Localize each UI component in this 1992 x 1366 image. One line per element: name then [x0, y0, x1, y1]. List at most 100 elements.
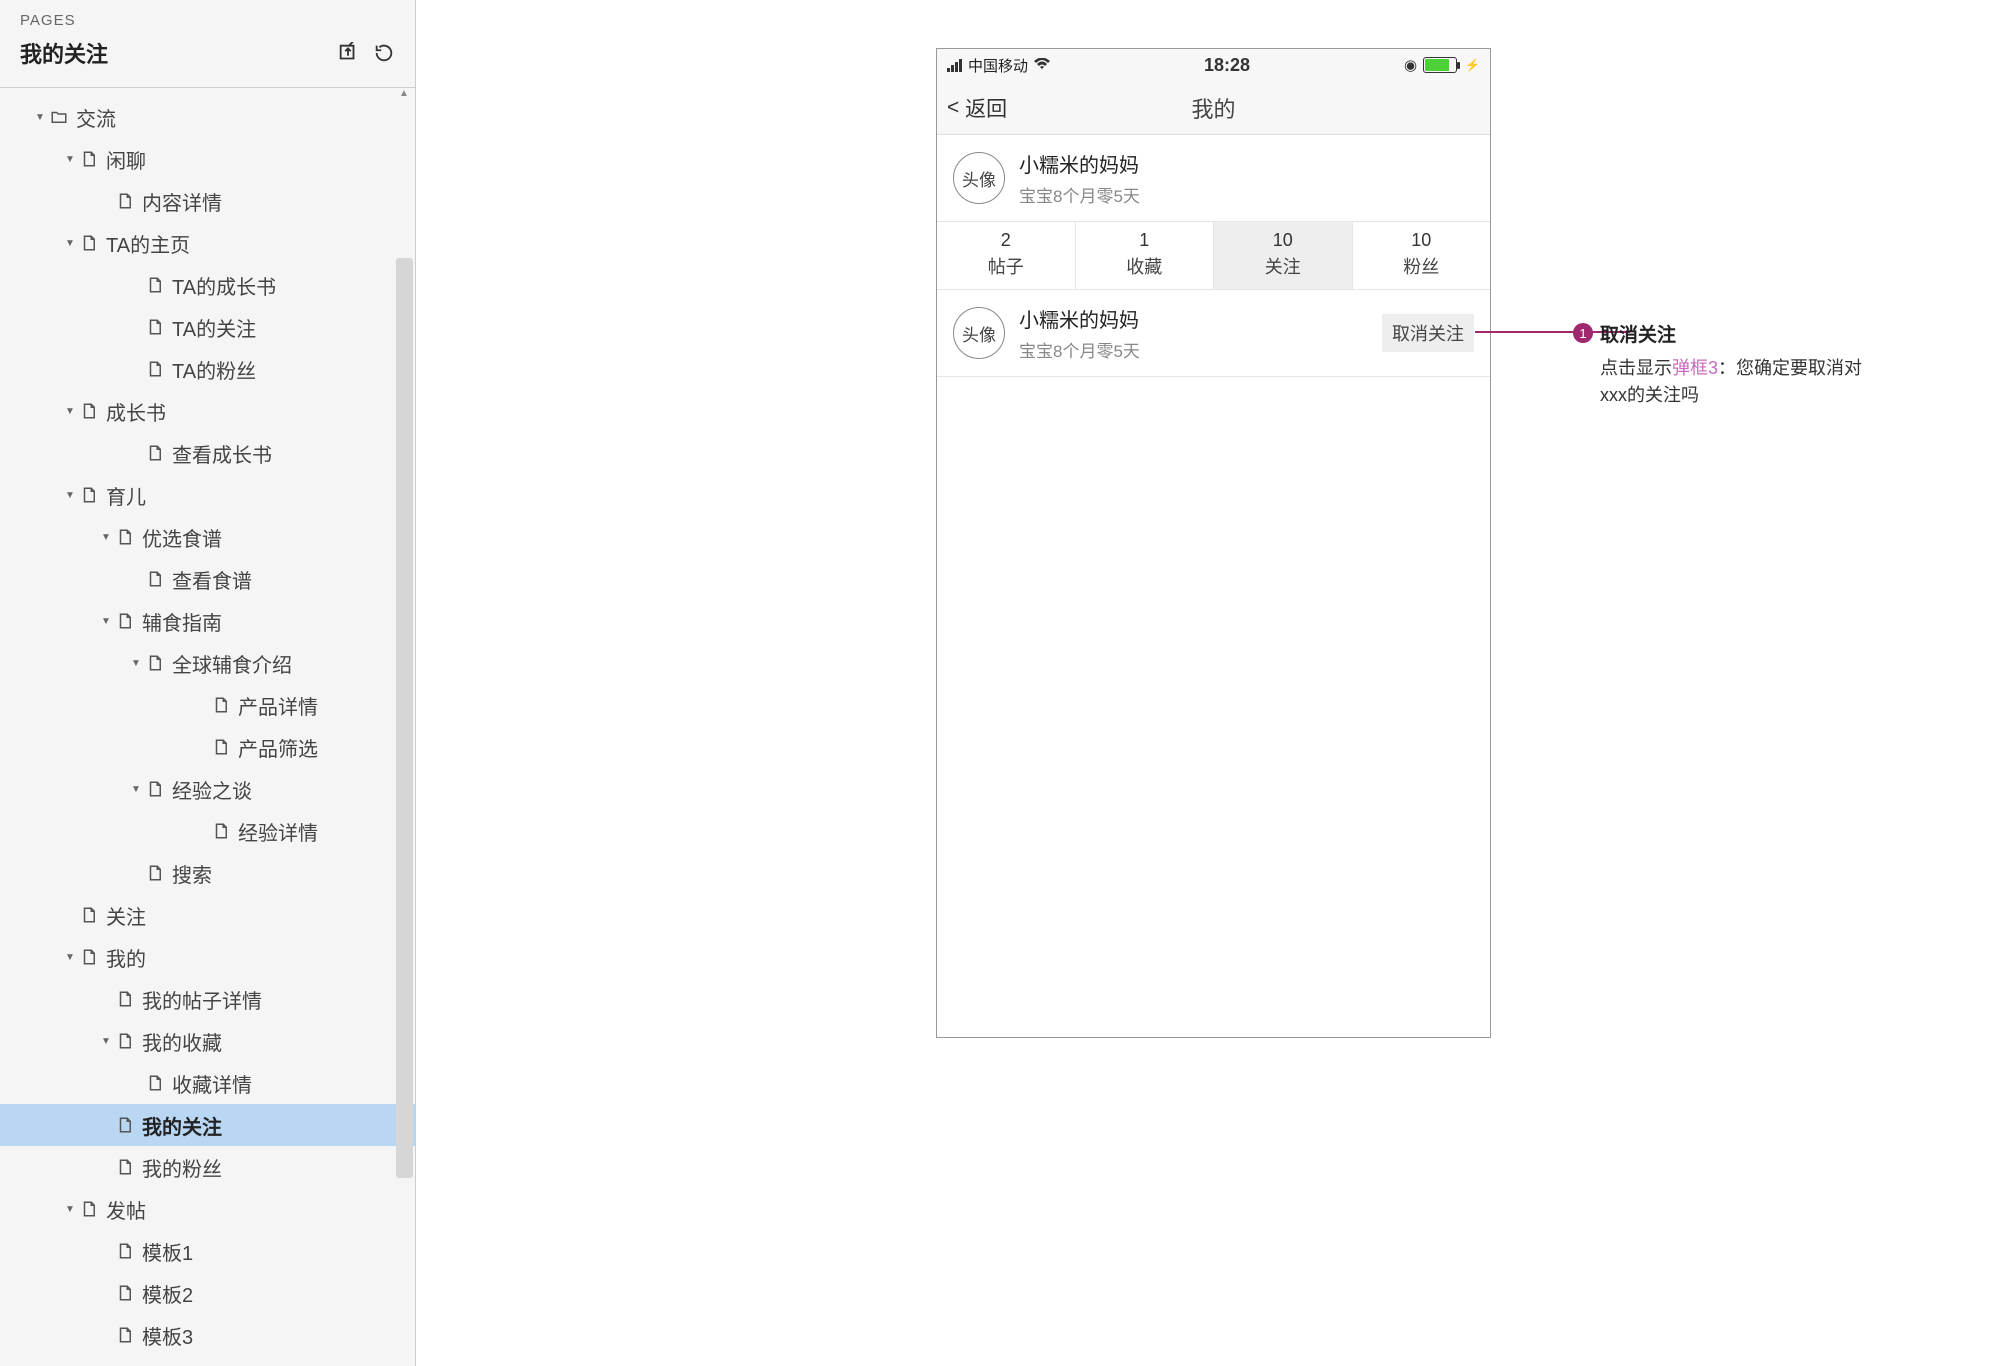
chevron-down-icon[interactable]: ▼: [100, 615, 112, 627]
tree-item[interactable]: 内容详情: [0, 180, 415, 222]
annotation-link[interactable]: 弹框3: [1672, 358, 1718, 378]
page-tree[interactable]: ▲ ▼交流▼闲聊内容详情▼TA的主页TA的成长书TA的关注TA的粉丝▼成长书查看…: [0, 88, 415, 1366]
chevron-down-icon[interactable]: ▼: [64, 405, 76, 417]
chevron-down-icon[interactable]: ▼: [130, 783, 142, 795]
tree-item[interactable]: 关注: [0, 894, 415, 936]
page-icon: [80, 402, 98, 420]
tree-item[interactable]: ▼成长书: [0, 390, 415, 432]
chevron-down-icon[interactable]: ▼: [64, 951, 76, 963]
profile-sub: 宝宝8个月零5天: [1019, 182, 1474, 207]
page-icon: [116, 612, 134, 630]
tree-item[interactable]: ▼交流: [0, 96, 415, 138]
nav-title: 我的: [937, 92, 1490, 124]
page-icon: [146, 318, 164, 336]
refresh-icon[interactable]: [373, 42, 395, 64]
page-icon: [80, 150, 98, 168]
avatar[interactable]: 头像: [953, 152, 1005, 204]
tree-item[interactable]: ▼育儿: [0, 474, 415, 516]
tree-item[interactable]: 模板1: [0, 1230, 415, 1272]
page-icon: [146, 570, 164, 588]
tree-item[interactable]: ▼ TA的主页: [0, 222, 415, 264]
page-icon: [146, 780, 164, 798]
tree-item[interactable]: 查看成长书: [0, 432, 415, 474]
page-icon: [116, 1284, 134, 1302]
scroll-up-icon[interactable]: ▲: [399, 88, 409, 98]
carrier-label: 中国移动: [968, 55, 1028, 76]
tree-item[interactable]: TA的关注: [0, 306, 415, 348]
profile-name: 小糯米的妈妈: [1019, 149, 1474, 178]
tree-item[interactable]: ▼我的: [0, 936, 415, 978]
annotation-badge: 1: [1573, 323, 1593, 343]
tree-item-label: 产品详情: [238, 691, 415, 720]
stat-tab[interactable]: 2帖子: [937, 222, 1076, 289]
chevron-down-icon[interactable]: ▼: [100, 1035, 112, 1047]
chevron-down-icon[interactable]: ▼: [100, 531, 112, 543]
current-page-row: 我的关注: [20, 37, 395, 69]
tree-item[interactable]: TA的粉丝: [0, 348, 415, 390]
tree-item-label: 关注: [106, 901, 415, 930]
tree-item-label: 我的帖子详情: [142, 985, 415, 1014]
status-right: ◉ ⚡: [1404, 56, 1480, 74]
chevron-down-icon[interactable]: ▼: [64, 489, 76, 501]
annotation-text: 取消关注 点击显示弹框3：您确定要取消对xxx的关注吗: [1600, 320, 1880, 409]
avatar[interactable]: 头像: [953, 307, 1005, 359]
tree-item-label: 经验详情: [238, 817, 415, 846]
tree-item-label: 我的粉丝: [142, 1153, 415, 1182]
annotation-title: 取消关注: [1600, 320, 1880, 347]
stat-tab[interactable]: 10关注: [1214, 222, 1353, 289]
stat-tab[interactable]: 1收藏: [1076, 222, 1215, 289]
chevron-down-icon[interactable]: ▼: [34, 111, 46, 123]
tree-item[interactable]: ▼ 全球辅食介绍: [0, 642, 415, 684]
follow-sub: 宝宝8个月零5天: [1019, 337, 1382, 362]
tree-item[interactable]: 我的帖子详情: [0, 978, 415, 1020]
tree-item-label: 优选食谱: [142, 523, 415, 552]
tree-item-label: 模板3: [142, 1321, 415, 1350]
canvas: 中国移动 18:28 ◉ ⚡ < 返回 我的 头像 小糯米的妈妈: [416, 0, 1992, 1366]
tree-item[interactable]: ▼闲聊: [0, 138, 415, 180]
tree-item[interactable]: 模板3: [0, 1314, 415, 1356]
tree-item[interactable]: ▼经验之谈: [0, 768, 415, 810]
page-icon: [116, 1242, 134, 1260]
export-icon[interactable]: [337, 42, 359, 64]
chevron-down-icon[interactable]: ▼: [64, 153, 76, 165]
tree-item[interactable]: 我的关注: [0, 1104, 415, 1146]
stat-tab[interactable]: 10粉丝: [1353, 222, 1491, 289]
tree-item[interactable]: 经验详情: [0, 810, 415, 852]
tree-item[interactable]: 产品详情: [0, 684, 415, 726]
tree-item[interactable]: 查看食谱: [0, 558, 415, 600]
tree-item-label: 我的关注: [142, 1111, 415, 1140]
tree-item[interactable]: 收藏详情: [0, 1062, 415, 1104]
page-icon: [116, 1116, 134, 1134]
chevron-down-icon[interactable]: ▼: [64, 237, 76, 249]
unfollow-button[interactable]: 取消关注: [1382, 314, 1474, 352]
status-bar: 中国移动 18:28 ◉ ⚡: [937, 49, 1490, 81]
current-page-title: 我的关注: [20, 37, 108, 69]
scrollbar-thumb[interactable]: [396, 258, 413, 1178]
page-icon: [116, 1326, 134, 1344]
tree-item-label: TA的主页: [106, 229, 415, 258]
back-button[interactable]: < 返回: [947, 93, 1007, 123]
stats-row: 2帖子1收藏10关注10粉丝: [937, 221, 1490, 290]
tree-item[interactable]: 模板2: [0, 1272, 415, 1314]
chevron-down-icon[interactable]: ▼: [64, 1203, 76, 1215]
tree-item[interactable]: ▼辅食指南: [0, 600, 415, 642]
phone-mockup: 中国移动 18:28 ◉ ⚡ < 返回 我的 头像 小糯米的妈妈: [936, 48, 1491, 1038]
tree-item[interactable]: TA的成长书: [0, 264, 415, 306]
tree-item-label: TA的关注: [172, 313, 415, 342]
tree-item[interactable]: 产品筛选: [0, 726, 415, 768]
page-icon: [212, 822, 230, 840]
annotation-desc: 点击显示弹框3：您确定要取消对xxx的关注吗: [1600, 355, 1880, 409]
tree-item[interactable]: 我的粉丝: [0, 1146, 415, 1188]
tree-item[interactable]: ▼我的收藏: [0, 1020, 415, 1062]
tree-item-label: 发帖: [106, 1195, 415, 1224]
battery-icon: [1423, 57, 1457, 73]
tree-item-label: TA的成长书: [172, 271, 415, 300]
tree-item-label: 全球辅食介绍: [172, 649, 415, 678]
stat-number: 10: [1214, 230, 1352, 251]
sidebar: PAGES 我的关注 ▲ ▼交流▼闲聊内容详情▼TA的主页TA的成长书TA的关注…: [0, 0, 416, 1366]
chevron-down-icon[interactable]: ▼: [130, 657, 142, 669]
tree-item[interactable]: ▼ 优选食谱: [0, 516, 415, 558]
tree-item[interactable]: ▼ 发帖: [0, 1188, 415, 1230]
page-icon: [116, 528, 134, 546]
tree-item[interactable]: 搜索: [0, 852, 415, 894]
